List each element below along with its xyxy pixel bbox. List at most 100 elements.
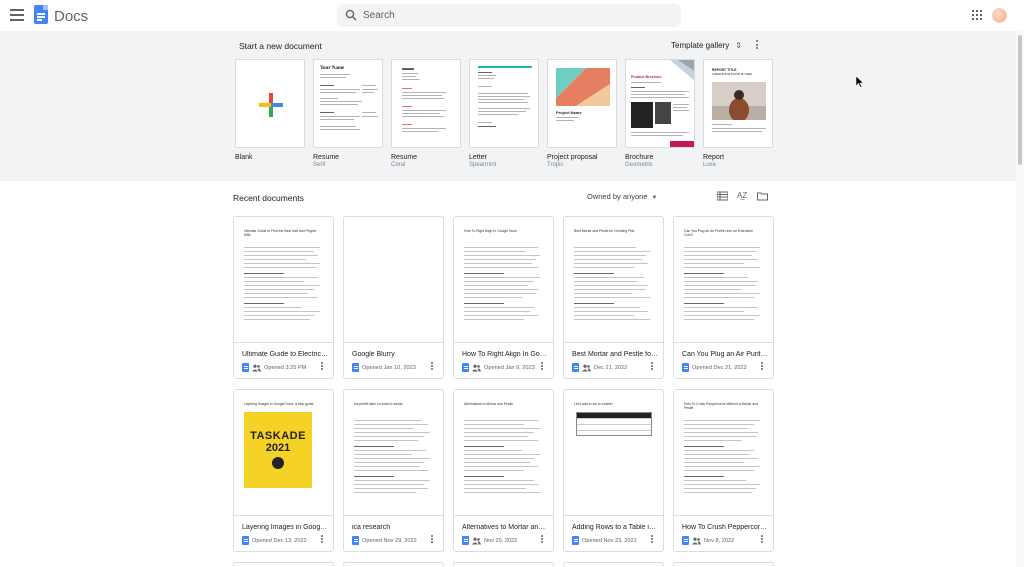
search-bar[interactable] (337, 4, 681, 27)
template-name: Report (703, 154, 725, 161)
document-date: Opened Nov 29, 2022 (362, 537, 417, 544)
document-meta: Nov 8, 2022 (682, 536, 734, 545)
document-card[interactable]: Can You Plug an Air Purifier into an Ext… (673, 216, 774, 379)
document-title: Can You Plug an Air Purifier into an Ext… (682, 351, 768, 358)
text-line (684, 428, 748, 429)
docs-file-icon (682, 363, 689, 372)
document-meta: Opened Nov 29, 2022 (352, 536, 417, 545)
template-blank[interactable]: Blank (235, 59, 305, 162)
text-line (354, 424, 428, 425)
document-thumbnail[interactable]: Let's add a row to a table! (564, 390, 663, 516)
document-more-options-icon[interactable] (650, 535, 654, 545)
sort-az-icon[interactable]: A͢Z (737, 191, 748, 201)
template-thumbnail[interactable] (235, 59, 305, 148)
document-more-options-icon[interactable] (650, 362, 654, 372)
text-line (464, 440, 538, 441)
docs-file-icon (572, 363, 579, 372)
document-thumbnail[interactable]: Can You Plug an Air Purifier into an Ext… (674, 217, 773, 343)
document-thumbnail[interactable]: Ultimate Guide to Find the Best Salt and… (234, 217, 333, 343)
template-resume-serif[interactable]: Your Name Resume Serif (313, 59, 383, 168)
document-card-partial[interactable] (233, 562, 334, 567)
text-line (244, 293, 308, 294)
document-thumbnail[interactable]: How To Right Align In Google Docs (454, 217, 553, 343)
text-line (464, 454, 540, 455)
text-line (464, 450, 522, 451)
template-project-proposal[interactable]: Project Name Project proposal Tropic (547, 59, 617, 168)
template-thumbnail[interactable]: Product Brochure (625, 59, 695, 148)
shared-people-icon (252, 364, 261, 371)
app-title[interactable]: Docs (54, 8, 88, 25)
template-brochure[interactable]: Product Brochure Brochure Geometric (625, 59, 695, 168)
document-more-options-icon[interactable] (540, 362, 544, 372)
document-thumbnail[interactable]: Layering Images in Google Docs: a step g… (234, 390, 333, 516)
text-line (464, 470, 524, 471)
thumbnail-heading: ica profile tabs on search results (354, 402, 403, 406)
document-card-partial[interactable] (343, 562, 444, 567)
document-more-options-icon[interactable] (540, 535, 544, 545)
text-line (354, 484, 424, 485)
document-thumbnail[interactable] (344, 217, 443, 343)
text-line (244, 281, 304, 282)
table-preview (576, 412, 652, 436)
document-card[interactable]: How To Right Align In Google Docs How To … (453, 216, 554, 379)
document-card-partial[interactable] (563, 562, 664, 567)
document-card[interactable]: Let's add a row to a table! Adding Rows t… (563, 389, 664, 552)
text-line (684, 307, 758, 308)
text-line (354, 428, 414, 429)
document-card[interactable]: Ultimate Guide to Find the Best Salt and… (233, 216, 334, 379)
document-card[interactable]: Layering Images in Google Docs: a step g… (233, 389, 334, 552)
template-report[interactable]: REPORT TITLE LOREM IPSUM DOLOR SIT AMET … (703, 59, 773, 168)
shared-people-icon (472, 364, 481, 371)
document-card[interactable]: ica profile tabs on search results ica re… (343, 389, 444, 552)
account-avatar[interactable] (992, 8, 1007, 23)
more-options-icon[interactable] (754, 40, 760, 50)
folder-icon[interactable] (757, 191, 768, 201)
text-line (464, 289, 538, 290)
document-card[interactable]: Best Mortar and Pestle for Grinding Pill… (563, 216, 664, 379)
template-letter-spearmint[interactable]: Letter Spearmint (469, 59, 539, 168)
template-thumbnail[interactable]: Your Name (313, 59, 383, 148)
owner-filter-label: Owned by anyone (587, 192, 648, 201)
document-card[interactable]: Alternatives to Mortar and Pestle Alterna… (453, 389, 554, 552)
document-thumbnail[interactable]: Alternatives to Mortar and Pestle (454, 390, 553, 516)
template-thumbnail[interactable] (469, 59, 539, 148)
hamburger-menu-icon[interactable] (10, 9, 24, 21)
list-view-icon[interactable] (717, 191, 728, 201)
document-thumbnail[interactable]: Best Mortar and Pestle for Grinding Pill… (564, 217, 663, 343)
document-card[interactable]: How To Crush Peppercorns Without a Morta… (673, 389, 774, 552)
document-title: ica research (352, 524, 391, 531)
document-more-options-icon[interactable] (320, 535, 324, 545)
document-more-options-icon[interactable] (760, 362, 764, 372)
document-more-options-icon[interactable] (320, 362, 324, 372)
owner-filter-dropdown[interactable]: Owned by anyone ▼ (587, 192, 657, 201)
template-thumbnail[interactable]: Project Name (547, 59, 617, 148)
document-thumbnail[interactable]: ica profile tabs on search results (344, 390, 443, 516)
template-gallery-button[interactable]: Template gallery ⇕ (671, 41, 742, 50)
scrollbar-thumb[interactable] (1018, 35, 1022, 165)
text-line (574, 315, 634, 316)
template-resume-coral[interactable]: Resume Coral (391, 59, 461, 168)
text-line (684, 263, 744, 264)
page-scrollbar[interactable] (1016, 31, 1024, 567)
document-more-options-icon[interactable] (430, 535, 434, 545)
text-line (574, 263, 648, 264)
docs-logo-icon[interactable] (34, 5, 48, 24)
search-input[interactable] (363, 7, 663, 24)
document-more-options-icon[interactable] (430, 362, 434, 372)
document-thumbnail[interactable]: How To Crush Peppercorns Without a Morta… (674, 390, 773, 516)
search-icon[interactable] (345, 9, 357, 21)
document-card-partial[interactable] (453, 562, 554, 567)
document-card-partial[interactable] (673, 562, 774, 567)
text-line (464, 488, 526, 489)
text-line (464, 424, 524, 425)
document-card[interactable]: Google Blurry Opened Jan 10, 2023 (343, 216, 444, 379)
docs-file-icon (352, 536, 359, 545)
text-line (464, 293, 536, 294)
template-thumbnail[interactable] (391, 59, 461, 148)
template-thumbnail[interactable]: REPORT TITLE LOREM IPSUM DOLOR SIT AMET (703, 59, 773, 148)
document-more-options-icon[interactable] (760, 535, 764, 545)
document-date: Opened Jan 10, 2023 (362, 364, 416, 371)
text-line (684, 484, 760, 485)
document-title: Best Mortar and Pestle for Grinding Pill… (572, 351, 658, 358)
apps-grid-icon[interactable] (972, 10, 982, 20)
